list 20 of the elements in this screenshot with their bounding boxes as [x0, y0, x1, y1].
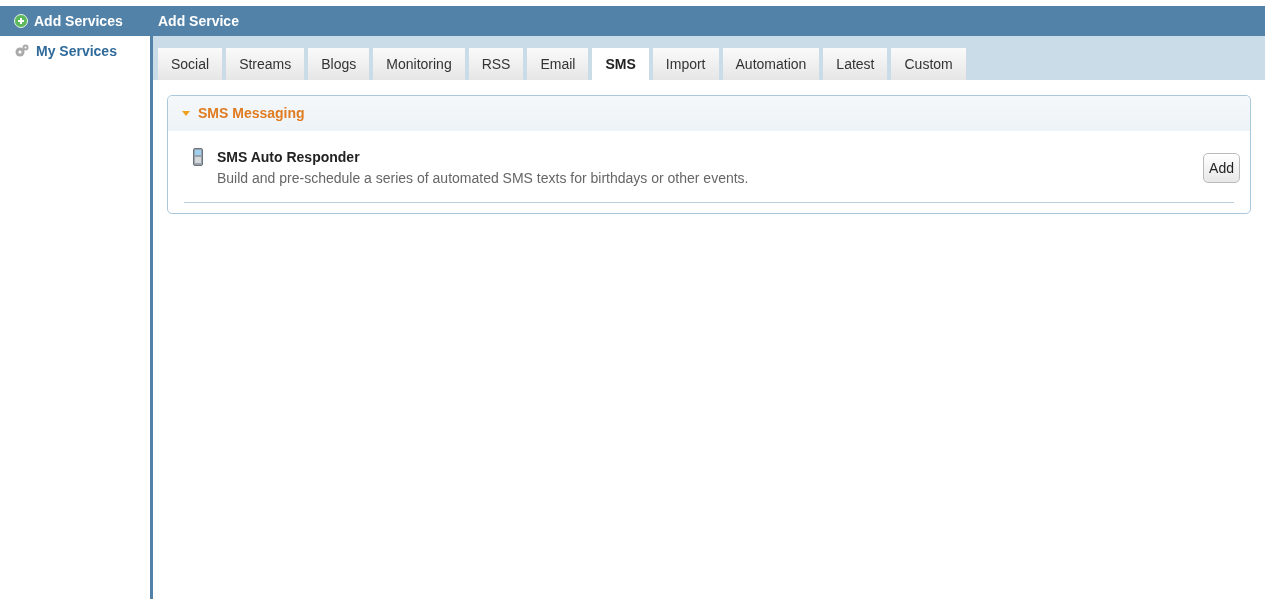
panel-header: Add Service: [153, 6, 1265, 36]
service-name: SMS Auto Responder: [217, 148, 361, 167]
tab[interactable]: Custom: [891, 48, 966, 80]
gear-icon: [14, 43, 30, 59]
tab[interactable]: Blogs: [308, 48, 370, 80]
tab[interactable]: RSS: [468, 48, 524, 80]
tab[interactable]: Automation: [722, 48, 820, 80]
sidebar-item[interactable]: Add Services: [0, 6, 150, 36]
tab[interactable]: Import: [652, 48, 719, 80]
phone-icon: [193, 148, 203, 166]
tab[interactable]: Streams: [226, 48, 305, 80]
tab[interactable]: Monitoring: [373, 48, 465, 80]
tab[interactable]: Social: [158, 48, 223, 80]
tab[interactable]: Email: [527, 48, 589, 80]
plus-icon: [14, 14, 28, 28]
caret-icon: [182, 110, 190, 117]
add-button[interactable]: Add: [1203, 153, 1240, 183]
tab[interactable]: SMS: [592, 48, 649, 80]
tab[interactable]: Latest: [823, 48, 888, 80]
service-description: Build and pre-schedule a series of automated SMS texts for birthdays or other events.: [217, 169, 750, 188]
